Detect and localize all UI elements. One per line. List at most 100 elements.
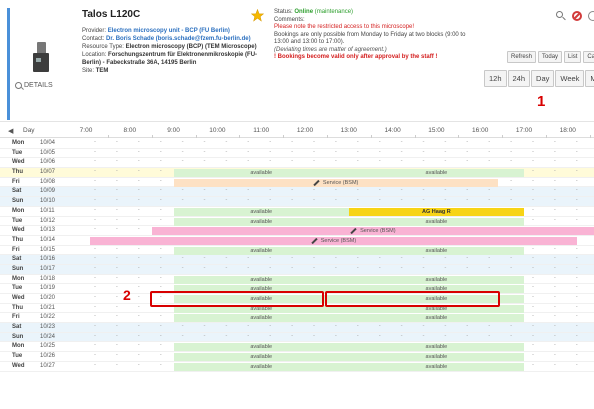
provider-link[interactable]: Electron microscopy unit - BCP (FU Berli… <box>108 28 230 34</box>
calendar-day-row[interactable]: Sat10/09------------------------ <box>0 187 594 198</box>
calendar-day-row[interactable]: Wed10/06------------------------ <box>0 158 594 169</box>
available-slot[interactable]: available <box>173 217 349 226</box>
empty-slot-dash: - <box>553 158 556 165</box>
empty-slot-dash: - <box>269 255 272 262</box>
available-slot[interactable]: available <box>173 246 349 255</box>
calendar-day-row[interactable]: Fri10/15--------availableavailable <box>0 246 594 256</box>
empty-slot-dash: - <box>532 197 534 204</box>
list-button[interactable]: List <box>564 51 582 63</box>
calendar-day-row[interactable]: Tue10/05------------------------ <box>0 149 594 159</box>
empty-slot-dash: - <box>575 284 578 291</box>
clock-icon[interactable] <box>588 11 594 21</box>
empty-slot-dash: - <box>356 187 359 194</box>
calendar-day-row[interactable]: Wed10/13----Service (BSM) <box>0 226 594 236</box>
empty-slot-dash: - <box>94 139 96 145</box>
day-name: Tue <box>12 149 23 156</box>
contact-link[interactable]: Dr. Boris Schade (boris.schade@fzem.fu-b… <box>106 36 251 42</box>
day-date: 10/07 <box>40 169 56 176</box>
calendar-day-row[interactable]: Sat10/16------------------------ <box>0 255 594 265</box>
available-slot[interactable]: available <box>348 362 524 371</box>
available-slot[interactable]: available <box>173 353 349 362</box>
calendar-button[interactable]: Calenda <box>583 51 594 63</box>
empty-slot-dash: - <box>115 313 118 320</box>
empty-slot-dash: - <box>334 148 337 155</box>
empty-slot-dash: - <box>488 255 491 262</box>
calendar-day-row[interactable]: Thu10/14-Service (BSM) <box>0 236 594 246</box>
day-name: Thu <box>12 304 23 311</box>
booking-event[interactable]: Service (BSM) <box>90 236 577 245</box>
calendar-day-row[interactable]: Fri10/08---------Service (BSM) <box>0 178 594 188</box>
calendar-day-row[interactable]: Fri10/22--------availableavailable <box>0 313 594 324</box>
calendar-day-row[interactable]: Tue10/12--------availableavailable <box>0 217 594 227</box>
calendar-day-row[interactable]: Mon10/11--------availableAG Haag R <box>0 207 594 217</box>
empty-slot-dash: - <box>378 158 381 165</box>
empty-slot-dash: - <box>115 294 118 300</box>
highlight-morning-1018 <box>150 291 324 307</box>
available-slot[interactable]: available <box>348 217 524 226</box>
calendar-day-row[interactable]: Mon10/18--------availableavailable <box>0 275 594 285</box>
day-date: 10/16 <box>40 256 56 263</box>
empty-slot-dash: - <box>532 303 534 310</box>
view-12h-button[interactable]: 12h <box>484 70 507 87</box>
available-slot[interactable]: available <box>348 246 524 255</box>
calendar-day-row[interactable]: Sun10/24------------------------ <box>0 332 594 343</box>
empty-slot-dash: - <box>575 206 578 213</box>
view-week-button[interactable]: Week <box>555 70 585 87</box>
available-slot[interactable]: available <box>173 275 349 284</box>
view-day-button[interactable]: Day <box>531 70 555 87</box>
booking-event[interactable]: Service (BSM) <box>151 227 594 236</box>
available-slot[interactable]: available <box>173 314 349 323</box>
empty-slot-dash: - <box>137 187 140 194</box>
empty-slot-dash: - <box>181 148 184 155</box>
search-icon[interactable] <box>556 11 566 21</box>
empty-slot-dash: - <box>159 342 162 349</box>
available-slot[interactable]: available <box>348 353 524 362</box>
booking-event[interactable]: AG Haag R <box>348 207 524 216</box>
empty-slot-dash: - <box>378 187 381 194</box>
empty-slot-dash: - <box>94 177 96 184</box>
view-24h-button[interactable]: 24h <box>507 70 531 87</box>
empty-slot-dash: - <box>466 187 469 194</box>
calendar-day-row[interactable]: Sat10/23------------------------ <box>0 323 594 333</box>
calendar-day-row[interactable]: Mon10/25--------availableavailable <box>0 342 594 353</box>
available-slot[interactable]: available <box>348 343 524 352</box>
empty-slot-dash: - <box>137 206 140 213</box>
details-link[interactable]: DETAILS <box>15 82 53 89</box>
available-slot[interactable]: available <box>173 207 349 216</box>
empty-slot-dash: - <box>94 342 96 349</box>
empty-slot-dash: - <box>575 255 578 262</box>
empty-slot-dash: - <box>334 332 337 339</box>
available-slot[interactable]: available <box>348 314 524 323</box>
available-slot[interactable]: available <box>173 362 349 371</box>
calendar-day-row[interactable]: Sun10/10------------------------ <box>0 197 594 207</box>
available-slot[interactable]: available <box>173 343 349 352</box>
available-slot[interactable]: available <box>348 169 524 178</box>
available-slot[interactable]: available <box>173 169 349 178</box>
empty-slot-dash: - <box>553 323 556 330</box>
calendar-day-row[interactable]: Wed10/27--------availableavailable <box>0 362 594 372</box>
prev-arrow-icon[interactable]: ◀ <box>8 127 13 135</box>
empty-slot-dash: - <box>137 168 140 175</box>
favorite-star-icon[interactable] <box>251 9 264 22</box>
empty-slot-dash: - <box>181 139 184 145</box>
today-button[interactable]: Today <box>538 51 563 63</box>
day-date: 10/15 <box>40 246 56 253</box>
empty-slot-dash: - <box>356 323 359 330</box>
day-date: 10/22 <box>40 314 56 321</box>
view-month-button[interactable]: Month <box>585 70 594 87</box>
available-slot[interactable]: available <box>348 275 524 284</box>
block-icon[interactable] <box>572 11 582 21</box>
refresh-button[interactable]: Refresh <box>507 51 537 63</box>
booking-event[interactable]: Service (BSM) <box>173 178 498 187</box>
empty-slot-dash: - <box>225 187 228 194</box>
calendar-day-row[interactable]: Mon10/04------------------------ <box>0 139 594 149</box>
calendar-day-row[interactable]: Thu10/07--------availableavailable <box>0 168 594 178</box>
empty-slot-dash: - <box>575 197 578 204</box>
time-label: 10:00 <box>209 127 226 134</box>
calendar-day-row[interactable]: Tue10/26--------availableavailable <box>0 352 594 362</box>
calendar-day-row[interactable]: Sun10/17------------------------ <box>0 264 594 275</box>
day-name: Mon <box>12 275 25 282</box>
empty-slot-dash: - <box>444 323 447 330</box>
comment-deviation: (Deviating times are matter of agreement… <box>274 46 387 53</box>
empty-slot-dash: - <box>137 303 140 310</box>
